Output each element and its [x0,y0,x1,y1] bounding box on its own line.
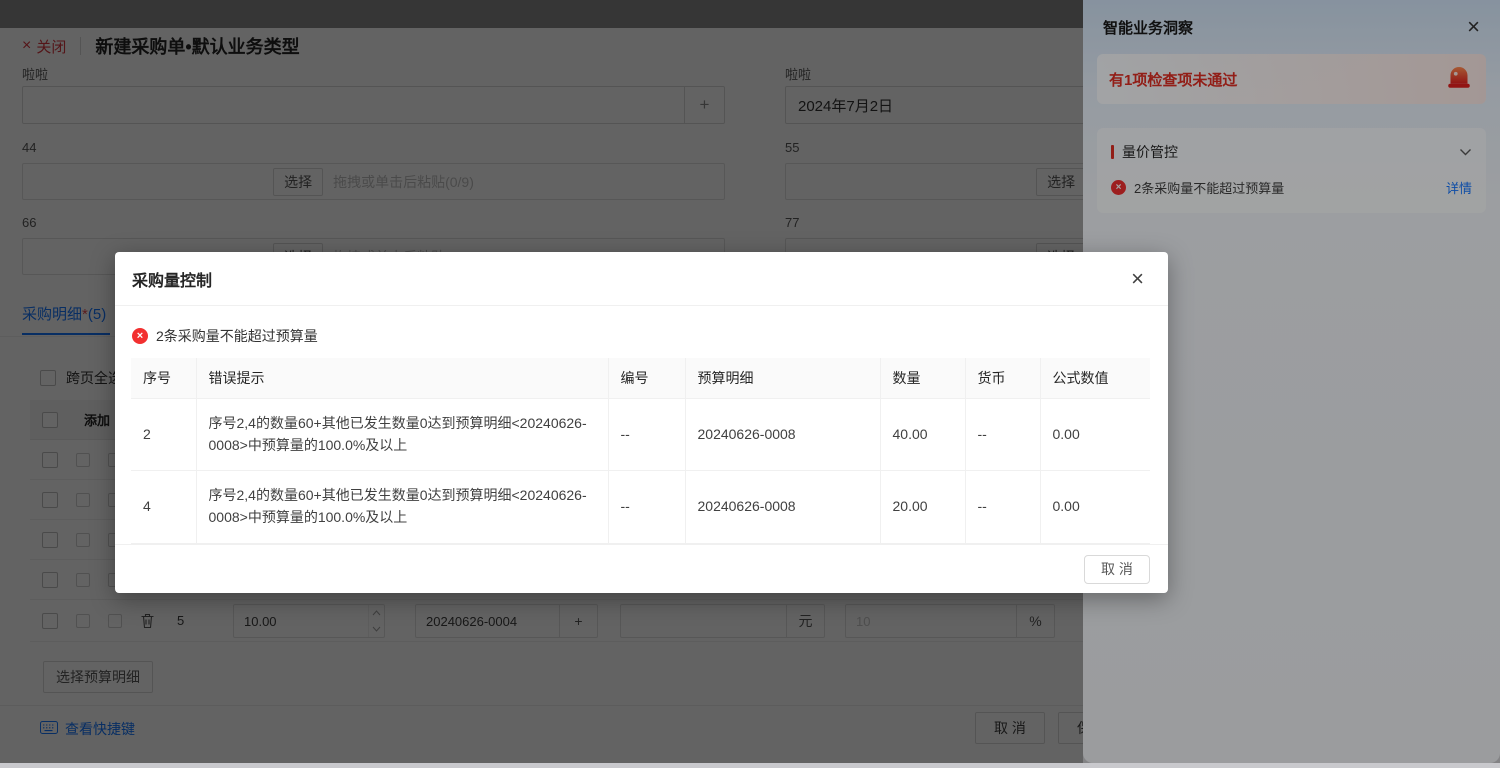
modal-error-row: × 2条采购量不能超过预算量 [132,326,1168,346]
col-header-seq: 序号 [131,358,196,399]
cell-budget: 20240626-0008 [685,471,880,543]
modal-footer: 取 消 [115,544,1168,593]
cell-seq: 2 [131,399,196,471]
cell-formula: 0.00 [1040,399,1150,471]
table-row: 2 序号2,4的数量60+其他已发生数量0达到预算明细<20240626-000… [131,399,1150,471]
modal-header: 采购量控制 × [115,252,1168,306]
cell-code: -- [608,399,685,471]
table-row: 4 序号2,4的数量60+其他已发生数量0达到预算明细<20240626-000… [131,471,1150,543]
col-header-code: 编号 [608,358,685,399]
modal-cancel-button[interactable]: 取 消 [1084,555,1150,584]
error-table-header-row: 序号 错误提示 编号 预算明细 数量 货币 公式数值 [131,358,1150,399]
cell-qty: 40.00 [880,399,965,471]
cell-currency: -- [965,399,1040,471]
col-header-currency: 货币 [965,358,1040,399]
error-table: 序号 错误提示 编号 预算明细 数量 货币 公式数值 2 序号2,4的数量60+… [131,358,1150,544]
col-header-error: 错误提示 [196,358,608,399]
col-header-qty: 数量 [880,358,965,399]
screen: × 关闭 新建采购单•默认业务类型 啦啦 啦啦 + 44 55 选择 拖拽或单击… [0,0,1500,768]
cell-qty: 20.00 [880,471,965,543]
cell-currency: -- [965,471,1040,543]
col-header-formula: 公式数值 [1040,358,1150,399]
cell-seq: 4 [131,471,196,543]
cell-error: 序号2,4的数量60+其他已发生数量0达到预算明细<20240626-0008>… [196,471,608,543]
cell-budget: 20240626-0008 [685,399,880,471]
error-icon: × [132,328,148,344]
close-icon[interactable]: × [1131,268,1144,290]
cell-error: 序号2,4的数量60+其他已发生数量0达到预算明细<20240626-0008>… [196,399,608,471]
quantity-control-modal: 采购量控制 × × 2条采购量不能超过预算量 序号 错误提示 编号 预算明细 数… [115,252,1168,593]
cell-formula: 0.00 [1040,471,1150,543]
cell-code: -- [608,471,685,543]
modal-title: 采购量控制 [132,267,212,291]
modal-error-text: 2条采购量不能超过预算量 [156,326,318,346]
col-header-budget: 预算明细 [685,358,880,399]
